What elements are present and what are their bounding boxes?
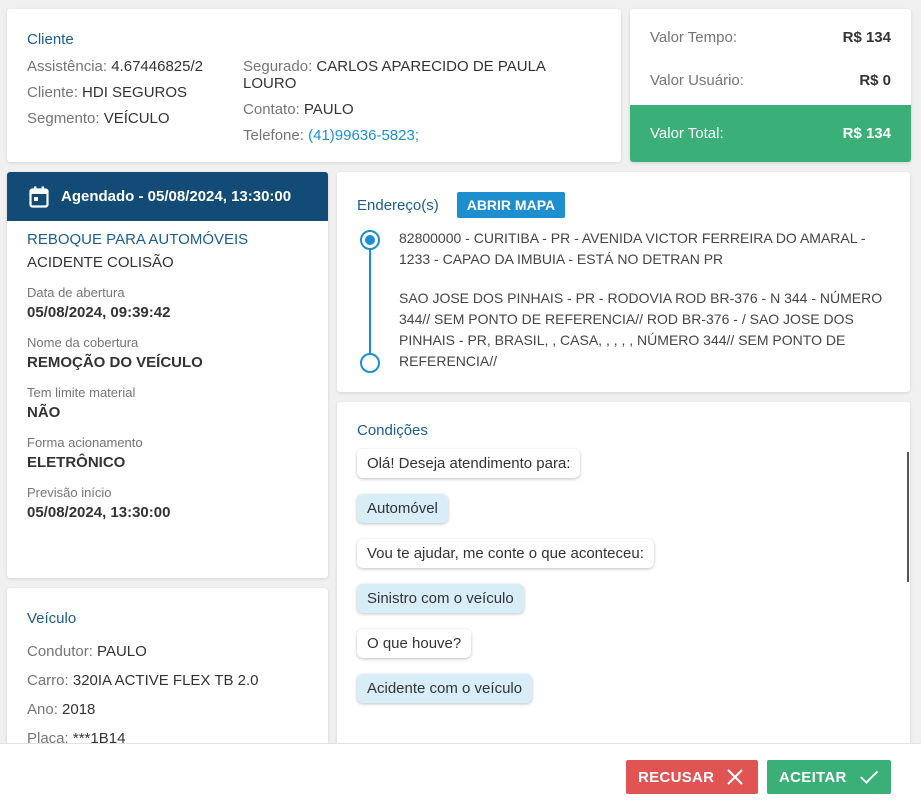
valor-usuario-row: Valor Usuário: R$ 0	[630, 59, 911, 102]
timeline-line	[369, 238, 371, 362]
valor-tempo-row: Valor Tempo: R$ 134	[630, 16, 911, 59]
chat-message-bot: Olá! Deseja atendimento para:	[357, 449, 581, 478]
valor-total-label: Valor Total:	[650, 125, 724, 142]
cliente-value: HDI SEGUROS	[82, 84, 188, 101]
cliente-label: Cliente:	[27, 84, 78, 101]
field-label: Forma acionamento	[27, 435, 143, 450]
agendamento-header: Agendado - 05/08/2024, 13:30:00	[7, 172, 328, 221]
carro-label: Carro:	[27, 672, 69, 689]
chat-message-user: Sinistro com o veículo	[357, 584, 524, 613]
field-value: 05/08/2024, 09:39:42	[27, 304, 171, 321]
field-label: Tem limite material	[27, 385, 136, 400]
calendar-icon	[29, 186, 49, 208]
origin-marker-icon	[360, 230, 380, 250]
endereco-destino: SAO JOSE DOS PINHAIS - PR - RODOVIA ROD …	[399, 290, 883, 369]
segurado-line: Segurado: CARLOS APARECIDO DE PAULA LOUR…	[243, 58, 601, 92]
abrir-mapa-button[interactable]: ABRIR MAPA	[456, 192, 566, 218]
veiculo-card: Veículo Condutor: PAULO Carro: 320IA ACT…	[7, 588, 328, 748]
assistencia-value: 4.67446825/2	[111, 58, 203, 75]
cliente-title: Cliente	[27, 31, 74, 48]
carro-value: 320IA ACTIVE FLEX TB 2.0	[72, 672, 259, 689]
segmento-line: Segmento: VEÍCULO	[27, 110, 243, 127]
conversation-list: Olá! Deseja atendimento para: Automóvel …	[357, 449, 890, 703]
contato-label: Contato:	[243, 101, 300, 118]
ano-label: Ano:	[27, 701, 58, 718]
cliente-card: Cliente Assistência: 4.67446825/2 Client…	[7, 9, 621, 162]
agendamento-title: Agendado - 05/08/2024, 13:30:00	[61, 188, 292, 205]
chat-message-bot: Vou te ajudar, me conte o que aconteceu:	[357, 539, 654, 568]
telefone-label: Telefone:	[243, 127, 304, 144]
destination-marker-icon	[360, 353, 380, 373]
close-icon	[727, 769, 743, 785]
field-value: ELETRÔNICO	[27, 454, 126, 471]
field-label: Data de abertura	[27, 285, 125, 300]
endereco-card: Endereço(s) ABRIR MAPA 82800000 - CURITI…	[337, 172, 910, 392]
telefone-line: Telefone: (41)99636-5823;	[243, 127, 601, 144]
valor-total-row: Valor Total: R$ 134	[630, 105, 911, 162]
condutor-value: PAULO	[97, 643, 147, 660]
field-data-abertura: Data de abertura 05/08/2024, 09:39:42	[27, 285, 308, 321]
condicoes-card: Condições Olá! Deseja atendimento para: …	[337, 402, 910, 752]
cliente-line: Cliente: HDI SEGUROS	[27, 84, 243, 101]
segurado-label: Segurado:	[243, 58, 313, 75]
field-label: Nome da cobertura	[27, 335, 139, 350]
agendamento-card: Agendado - 05/08/2024, 13:30:00 REBOQUE …	[7, 172, 328, 578]
chat-message-bot: O que houve?	[357, 629, 472, 658]
valor-card: Valor Tempo: R$ 134 Valor Usuário: R$ 0 …	[630, 9, 911, 162]
field-limite-material: Tem limite material NÃO	[27, 385, 308, 421]
field-label: Previsão início	[27, 485, 112, 500]
endereco-title: Endereço(s)	[357, 196, 439, 214]
aceitar-label: ACEITAR	[779, 768, 847, 786]
telefone-link[interactable]: (41)99636-5823;	[308, 127, 419, 144]
recusar-button[interactable]: RECUSAR	[626, 760, 758, 794]
ano-line: Ano: 2018	[27, 701, 308, 718]
field-forma-acionamento: Forma acionamento ELETRÔNICO	[27, 435, 308, 471]
recusar-label: RECUSAR	[638, 768, 715, 786]
field-nome-cobertura: Nome da cobertura REMOÇÃO DO VEÍCULO	[27, 335, 308, 371]
carro-line: Carro: 320IA ACTIVE FLEX TB 2.0	[27, 672, 308, 689]
chat-message-user: Acidente com o veículo	[357, 674, 533, 703]
field-value: REMOÇÃO DO VEÍCULO	[27, 354, 203, 371]
condutor-line: Condutor: PAULO	[27, 643, 308, 660]
aceitar-button[interactable]: ACEITAR	[767, 760, 891, 794]
contato-value: PAULO	[303, 101, 354, 118]
valor-tempo-value: R$ 134	[842, 29, 891, 46]
field-value: 05/08/2024, 13:30:00	[27, 504, 171, 521]
check-icon	[859, 770, 878, 784]
valor-usuario-value: R$ 0	[859, 72, 891, 89]
chat-message-user: Automóvel	[357, 494, 448, 523]
veiculo-title: Veículo	[27, 610, 77, 627]
action-footer: RECUSAR ACEITAR	[0, 743, 921, 805]
segmento-label: Segmento:	[27, 110, 100, 127]
field-value: NÃO	[27, 404, 61, 421]
condutor-label: Condutor:	[27, 643, 93, 660]
servico-motivo: ACIDENTE COLISÃO	[27, 254, 174, 271]
address-timeline: 82800000 - CURITIBA - PR - AVENIDA VICTO…	[357, 228, 890, 373]
condicoes-scrollbar[interactable]	[907, 452, 909, 582]
contato-line: Contato: PAULO	[243, 101, 601, 118]
valor-total-value: R$ 134	[842, 125, 891, 142]
condicoes-title: Condições	[357, 422, 428, 439]
endereco-origem: 82800000 - CURITIBA - PR - AVENIDA VICTO…	[399, 230, 866, 267]
valor-tempo-label: Valor Tempo:	[650, 29, 737, 46]
field-previsao-inicio: Previsão início 05/08/2024, 13:30:00	[27, 485, 308, 521]
ano-value: 2018	[62, 701, 96, 718]
assistencia-line: Assistência: 4.67446825/2	[27, 58, 243, 75]
valor-usuario-label: Valor Usuário:	[650, 72, 744, 89]
servico-nome: REBOQUE PARA AUTOMÓVEIS	[27, 231, 249, 248]
segmento-value: VEÍCULO	[103, 110, 170, 127]
assistencia-label: Assistência:	[27, 58, 108, 75]
